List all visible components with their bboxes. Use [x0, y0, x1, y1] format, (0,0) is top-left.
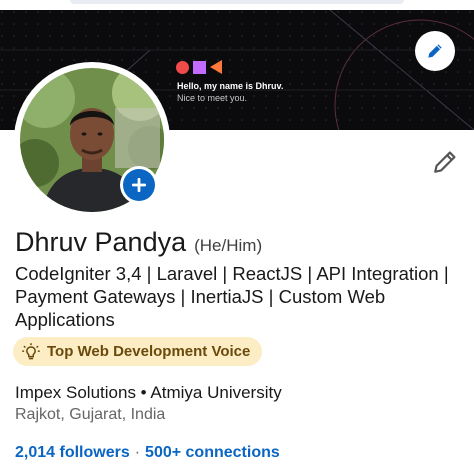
profile-pronouns: (He/Him): [194, 236, 263, 255]
profile-name: Dhruv Pandya: [15, 227, 187, 257]
lightbulb-icon: [22, 342, 40, 359]
top-bar-edge: [70, 0, 404, 4]
profile-location: Rajkot, Gujarat, India: [15, 406, 166, 423]
add-photo-button-circle: [123, 169, 155, 201]
followers-link[interactable]: 2,014 followers: [15, 444, 130, 462]
pencil-icon: [434, 151, 456, 173]
network-separator: ·: [134, 444, 141, 461]
top-voice-badge[interactable]: Top Web Development Voice: [13, 337, 263, 366]
shapes-logo-icon: [176, 60, 222, 74]
banner-subtitle: Nice to meet you.: [177, 93, 248, 103]
network-stats: 2,014 followers · 500+ connections: [15, 444, 280, 462]
name-line: Dhruv Pandya (He/Him): [15, 227, 262, 258]
profile-company[interactable]: Impex Solutions • Atmiya University: [15, 383, 282, 403]
pencil-icon: [428, 44, 442, 58]
top-voice-label: Top Web Development Voice: [47, 343, 251, 360]
edit-profile-button[interactable]: [428, 145, 462, 179]
profile-headline: CodeIgniter 3,4 | Laravel | ReactJS | AP…: [15, 263, 449, 330]
banner-greeting: Hello, my name is Dhruv.: [177, 81, 284, 91]
connections-link[interactable]: 500+ connections: [145, 444, 280, 462]
plus-icon: [132, 178, 146, 192]
add-photo-button[interactable]: [120, 166, 158, 204]
edit-banner-button[interactable]: [415, 31, 455, 71]
